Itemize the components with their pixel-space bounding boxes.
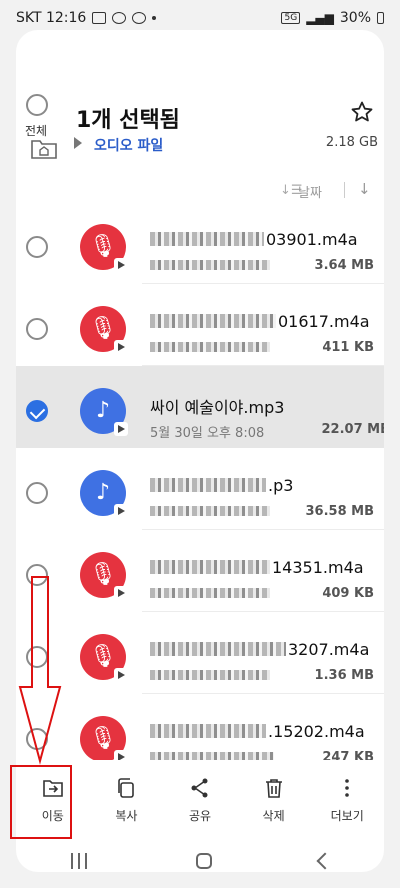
list-item[interactable]: 🎙 14351.m4a 409 KB: [16, 530, 384, 612]
copy-label: 복사: [115, 808, 138, 823]
sort-label[interactable]: 날짜: [298, 182, 322, 201]
list-item[interactable]: 🎙 01617.m4a 411 KB: [16, 284, 384, 366]
file-date: 5월 30일 오후 8:08: [150, 426, 265, 441]
gallery-notification-icon: [92, 12, 107, 24]
audio-file-icon: 🎙: [80, 224, 128, 272]
delete-button[interactable]: 삭제: [244, 777, 304, 824]
sort-direction-icon[interactable]: ↓: [358, 180, 371, 198]
audio-file-icon: 🎙: [80, 306, 128, 354]
annotation-arrow-icon: [18, 576, 62, 765]
file-size: 22.07 MB: [321, 422, 385, 437]
file-size: 1.36 MB: [314, 668, 374, 683]
carrier-time: SKT 12:16: [16, 10, 87, 26]
blurred-date: [150, 506, 270, 516]
blurred-filename: [150, 232, 264, 246]
folder-size: 2.18 GB: [325, 135, 378, 150]
blurred-filename: [150, 642, 286, 656]
blurred-date: [150, 670, 270, 680]
item-checkbox-checked[interactable]: [26, 400, 48, 422]
sort-divider: [344, 182, 345, 198]
list-item-selected[interactable]: ♪ 싸이 예술이야.mp3 5월 30일 오후 8:08 22.07 MB: [16, 366, 384, 448]
more-notifications-icon: [152, 16, 157, 20]
music-file-icon: ♪: [80, 388, 128, 436]
list-item[interactable]: 🎙 3207.m4a 1.36 MB: [16, 612, 384, 694]
battery-level: 30%: [339, 10, 371, 26]
file-name-suffix: 03901.m4a: [266, 230, 358, 249]
file-name-suffix: 14351.m4a: [272, 558, 364, 577]
file-size: 3.64 MB: [314, 258, 374, 273]
selection-header: 전체 1개 선택됨: [16, 60, 384, 138]
back-icon[interactable]: [316, 852, 334, 870]
blurred-filename: [150, 724, 266, 738]
recent-apps-icon[interactable]: [69, 853, 89, 869]
breadcrumb-audio-files[interactable]: 오디오 파일: [94, 135, 163, 155]
blurred-filename: [150, 478, 266, 492]
file-size: 36.58 MB: [305, 504, 375, 519]
list-item[interactable]: 🎙 03901.m4a 3.64 MB: [16, 202, 384, 284]
share-icon: [191, 778, 208, 797]
more-button[interactable]: 더보기: [317, 777, 377, 824]
copy-button[interactable]: 복사: [96, 777, 156, 824]
status-left: SKT 12:16: [16, 10, 157, 26]
item-checkbox[interactable]: [26, 236, 48, 258]
audio-file-icon: 🎙: [80, 634, 128, 682]
share-label: 공유: [188, 808, 212, 823]
audio-file-icon: 🎙: [80, 552, 128, 600]
breadcrumb: 오디오 파일 2.18 GB: [16, 130, 384, 174]
network-badge: 5G: [281, 12, 301, 24]
blurred-date: [150, 342, 270, 352]
star-icon[interactable]: [350, 100, 374, 124]
file-name-suffix: .p3: [268, 476, 294, 495]
item-checkbox[interactable]: [26, 318, 48, 340]
system-nav-bar: [16, 836, 384, 886]
blurred-date: [150, 260, 270, 270]
file-name: 싸이 예술이야.mp3: [150, 398, 285, 417]
breadcrumb-arrow-icon: [74, 137, 82, 149]
blurred-filename: [150, 560, 270, 574]
blurred-date: [150, 588, 270, 598]
app-notification-icon: [132, 12, 147, 24]
file-size: 411 KB: [322, 340, 374, 355]
list-item[interactable]: ♪ .p3 36.58 MB: [16, 448, 384, 530]
status-right: 5G ▂▄▆ 30%: [281, 10, 384, 26]
blurred-filename: [150, 314, 276, 328]
delete-label: 삭제: [262, 808, 285, 823]
copy-icon: [118, 777, 135, 798]
more-vertical-icon: [345, 778, 349, 797]
annotation-highlight-box: [10, 765, 72, 839]
item-checkbox[interactable]: [26, 482, 48, 504]
more-label: 더보기: [330, 808, 364, 823]
select-all-checkbox[interactable]: [26, 94, 48, 116]
file-name-suffix: 01617.m4a: [278, 312, 370, 331]
file-name-suffix: .15202.m4a: [268, 722, 365, 741]
music-file-icon: ♪: [80, 470, 128, 518]
talk-notification-icon: [112, 12, 127, 24]
signal-icon: ▂▄▆: [306, 11, 334, 25]
trash-icon: [265, 778, 282, 798]
audio-file-icon: 🎙: [80, 716, 128, 764]
sort-bar: ↓☰ 날짜 ↓: [16, 178, 384, 204]
file-list: 🎙 03901.m4a 3.64 MB 🎙 01617.m4a 411 KB ♪…: [16, 202, 384, 776]
home-icon[interactable]: [195, 853, 212, 869]
file-browser-card: 전체 1개 선택됨 오디오 파일 2.18 GB ↓☰ 날짜 ↓ 🎙 03901…: [16, 30, 384, 872]
share-button[interactable]: 공유: [170, 777, 230, 824]
battery-icon: [377, 12, 384, 24]
file-name-suffix: 3207.m4a: [288, 640, 370, 659]
home-folder-icon[interactable]: [30, 136, 58, 160]
file-size: 409 KB: [322, 586, 374, 601]
